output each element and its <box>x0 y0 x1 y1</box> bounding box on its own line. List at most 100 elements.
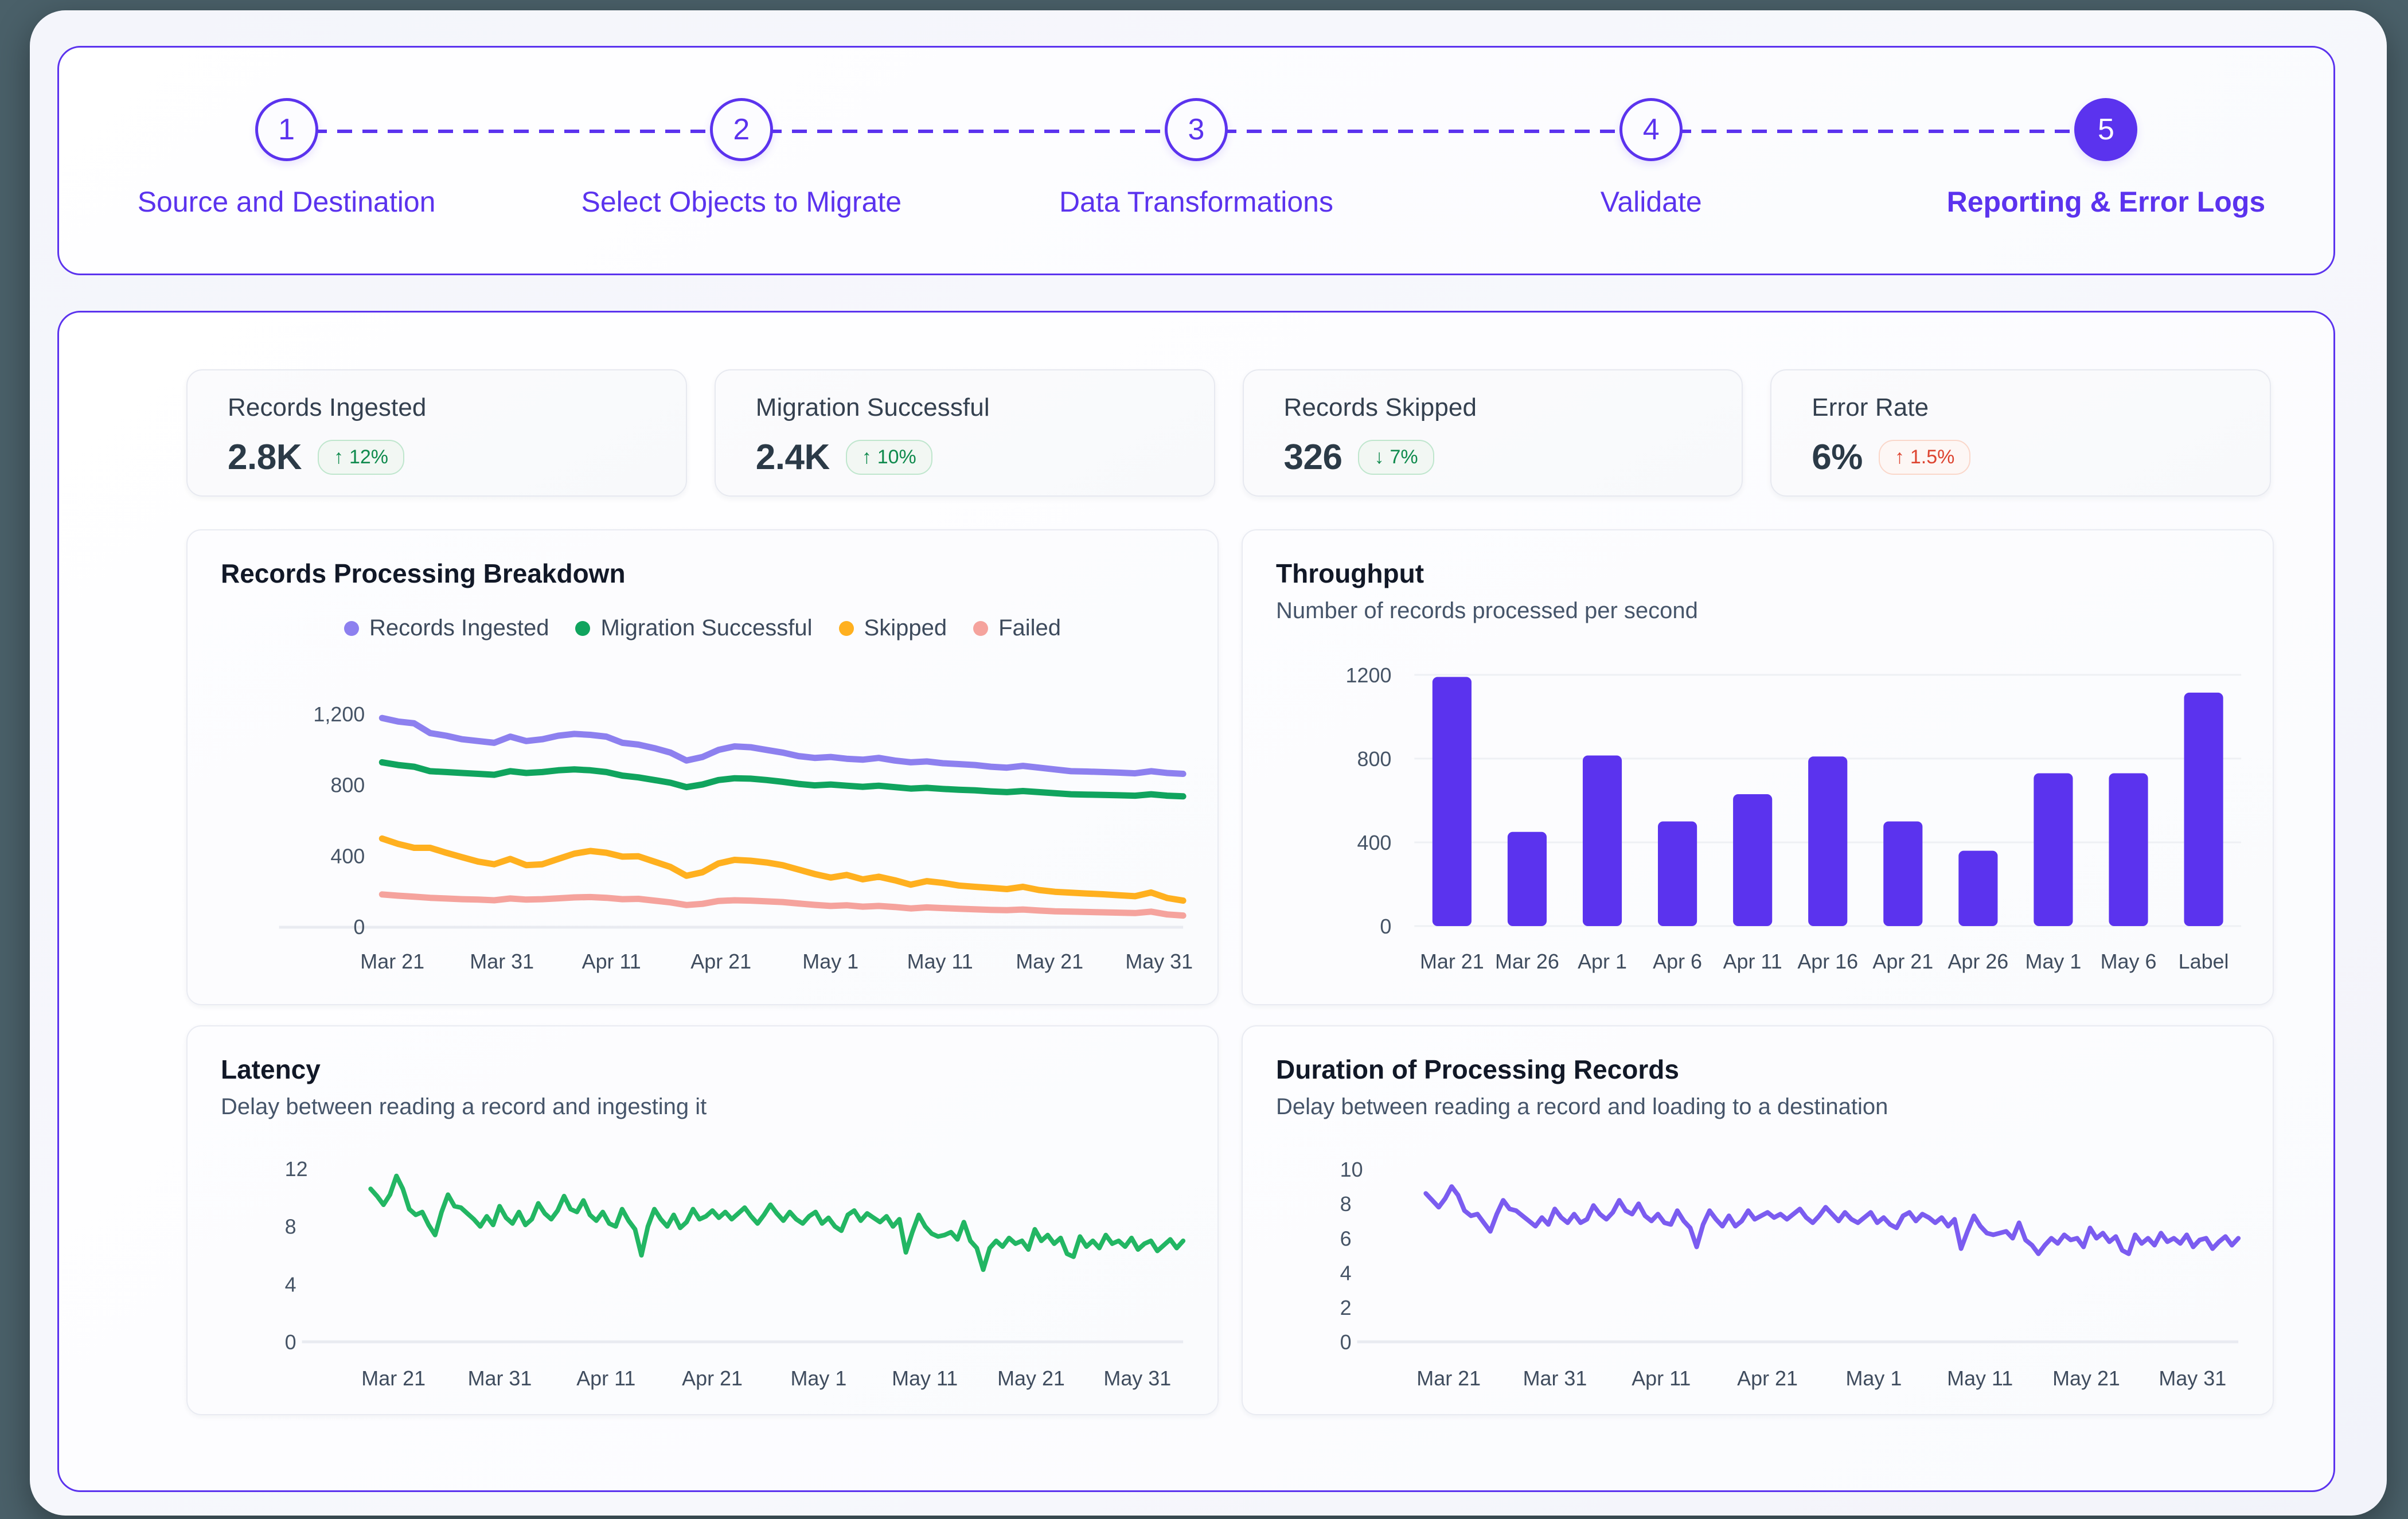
legend-item[interactable]: Failed <box>973 615 1061 641</box>
svg-text:May 6: May 6 <box>2101 950 2157 973</box>
svg-text:May 21: May 21 <box>997 1366 1065 1390</box>
legend-label: Skipped <box>864 615 947 641</box>
legend-item[interactable]: Skipped <box>839 615 947 641</box>
kpi-card[interactable]: Error Rate 6% ↑ 1.5% <box>1770 369 2271 497</box>
kpi-card[interactable]: Records Ingested2.8K↑12% <box>186 369 687 497</box>
breakdown-legend: Records Ingested Migration Successful Skip… <box>188 615 1217 641</box>
kpi-title: Error Rate <box>1812 393 2270 422</box>
svg-text:1,200: 1,200 <box>313 702 365 726</box>
kpi-title: Records Skipped <box>1284 393 1742 422</box>
chart-title-latency: Latency <box>221 1054 1217 1085</box>
stepper-connector <box>287 130 710 133</box>
svg-text:8: 8 <box>285 1215 296 1239</box>
kpi-title: Migration Successful <box>756 393 1214 422</box>
duration-card[interactable]: Duration of Processing Records Delay bet… <box>1242 1025 2274 1415</box>
svg-text:0: 0 <box>353 915 365 939</box>
kpi-value-row: 2.8K ↑12% <box>228 437 686 478</box>
stepper-step-5[interactable]: 5 Reporting & Error Logs <box>1879 48 2333 218</box>
kpi-delta-value: 12% <box>349 446 388 468</box>
legend-color-dot-icon <box>973 621 988 636</box>
svg-text:May 11: May 11 <box>1947 1366 2013 1390</box>
svg-text:May 1: May 1 <box>791 1366 847 1390</box>
stepper-step-2[interactable]: 2Select Objects to Migrate <box>514 48 969 218</box>
legend-color-dot-icon <box>344 621 359 636</box>
throughput-plot: 04008001200Mar 21Mar 26Apr 1Apr 6Apr 11A… <box>1243 645 2273 1001</box>
svg-text:Mar 26: Mar 26 <box>1495 950 1559 973</box>
legend-item[interactable]: Records Ingested <box>344 615 549 641</box>
kpi-delta-badge: ↑ 1.5% <box>1879 440 1971 475</box>
stepper-connector <box>1651 130 2074 133</box>
kpi-card[interactable]: Records Skipped 326 ↓7% <box>1243 369 1743 497</box>
duration-plot: 0246810Mar 21Mar 31Apr 11Apr 21May 1May … <box>1243 1141 2273 1411</box>
kpi-delta-value: 1.5% <box>1910 446 1955 468</box>
latency-card[interactable]: Latency Delay between reading a record a… <box>186 1025 1219 1415</box>
svg-text:400: 400 <box>1357 831 1391 854</box>
svg-text:Mar 31: Mar 31 <box>468 1366 532 1390</box>
svg-text:0: 0 <box>285 1330 296 1354</box>
latency-plot: 04812Mar 21Mar 31Apr 11Apr 21May 1May 11… <box>188 1141 1217 1411</box>
kpi-value: 326 <box>1284 437 1342 478</box>
svg-text:Apr 21: Apr 21 <box>690 950 751 973</box>
svg-text:Apr 21: Apr 21 <box>1737 1366 1798 1390</box>
kpi-delta-badge: ↓7% <box>1358 440 1434 475</box>
stepper-step-label: Validate <box>1601 185 1702 218</box>
svg-text:Mar 21: Mar 21 <box>360 950 424 973</box>
svg-text:Label: Label <box>2179 950 2229 973</box>
svg-text:6: 6 <box>1340 1227 1352 1250</box>
svg-text:0: 0 <box>1340 1330 1352 1354</box>
svg-text:Apr 21: Apr 21 <box>682 1366 743 1390</box>
migration-stepper: 1Source and Destination2Select Objects t… <box>57 46 2335 275</box>
throughput-card[interactable]: Throughput Number of records processed p… <box>1242 529 2274 1005</box>
arrow-down-icon: ↓ <box>1374 446 1384 468</box>
legend-label: Failed <box>998 615 1061 641</box>
records-processing-breakdown-card[interactable]: Records Processing Breakdown Records Ing… <box>186 529 1219 1005</box>
breakdown-plot: 04008001,200Mar 21Mar 31Apr 11Apr 21May … <box>188 680 1217 1001</box>
arrow-up-icon: ↑ <box>1895 446 1904 468</box>
stepper-step-label: Reporting & Error Logs <box>1947 185 2266 218</box>
kpi-value: 2.8K <box>228 437 302 478</box>
legend-item[interactable]: Migration Successful <box>575 615 812 641</box>
legend-color-dot-icon <box>839 621 854 636</box>
svg-text:Apr 1: Apr 1 <box>1578 950 1627 973</box>
svg-text:Apr 11: Apr 11 <box>1723 950 1782 973</box>
svg-text:800: 800 <box>1357 747 1391 771</box>
svg-text:2: 2 <box>1340 1296 1352 1319</box>
stepper-connector <box>741 130 1165 133</box>
kpi-value: 6% <box>1812 437 1863 478</box>
svg-text:May 31: May 31 <box>2159 1366 2226 1390</box>
svg-text:May 1: May 1 <box>2025 950 2082 973</box>
kpi-delta-badge: ↑12% <box>318 440 404 475</box>
reporting-dashboard-panel: Records Ingested2.8K↑12%Migration Succes… <box>57 311 2335 1492</box>
legend-color-dot-icon <box>575 621 590 636</box>
kpi-value-row: 6% ↑ 1.5% <box>1812 437 2270 478</box>
stepper-step-3[interactable]: 3Data Transformations <box>969 48 1423 218</box>
arrow-up-icon: ↑ <box>862 446 872 468</box>
arrow-up-icon: ↑ <box>334 446 344 468</box>
chart-subtitle-duration: Delay between reading a record and loadi… <box>1276 1094 2273 1120</box>
stepper-step-label: Select Objects to Migrate <box>581 185 902 218</box>
stepper-step-4[interactable]: 4 Validate <box>1424 48 1879 218</box>
svg-text:Apr 6: Apr 6 <box>1653 950 1702 973</box>
svg-text:May 21: May 21 <box>2052 1366 2120 1390</box>
stepper-step-1[interactable]: 1Source and Destination <box>59 48 514 218</box>
chart-title-duration: Duration of Processing Records <box>1276 1054 2273 1085</box>
svg-text:12: 12 <box>285 1157 308 1181</box>
chart-subtitle-throughput: Number of records processed per second <box>1276 598 2273 624</box>
chart-subtitle-latency: Delay between reading a record and inges… <box>221 1094 1217 1120</box>
charts-grid: Records Processing Breakdown Records Ing… <box>186 529 2271 1415</box>
chart-title-breakdown: Records Processing Breakdown <box>221 558 1217 589</box>
svg-text:Mar 21: Mar 21 <box>1420 950 1484 973</box>
kpi-summary-row: Records Ingested2.8K↑12%Migration Succes… <box>186 369 2271 497</box>
svg-text:May 21: May 21 <box>1016 950 1083 973</box>
svg-text:Apr 11: Apr 11 <box>1632 1366 1691 1390</box>
stepper-number-badge: 5 <box>2074 98 2137 161</box>
svg-text:May 11: May 11 <box>892 1366 958 1390</box>
svg-text:Mar 31: Mar 31 <box>470 950 534 973</box>
kpi-card[interactable]: Migration Successful2.4K↑10% <box>715 369 1215 497</box>
legend-label: Migration Successful <box>600 615 812 641</box>
svg-text:4: 4 <box>1340 1262 1352 1285</box>
svg-text:400: 400 <box>330 844 365 868</box>
stepper-number-badge: 4 <box>1619 98 1683 161</box>
svg-text:May 1: May 1 <box>802 950 858 973</box>
svg-text:May 31: May 31 <box>1125 950 1193 973</box>
